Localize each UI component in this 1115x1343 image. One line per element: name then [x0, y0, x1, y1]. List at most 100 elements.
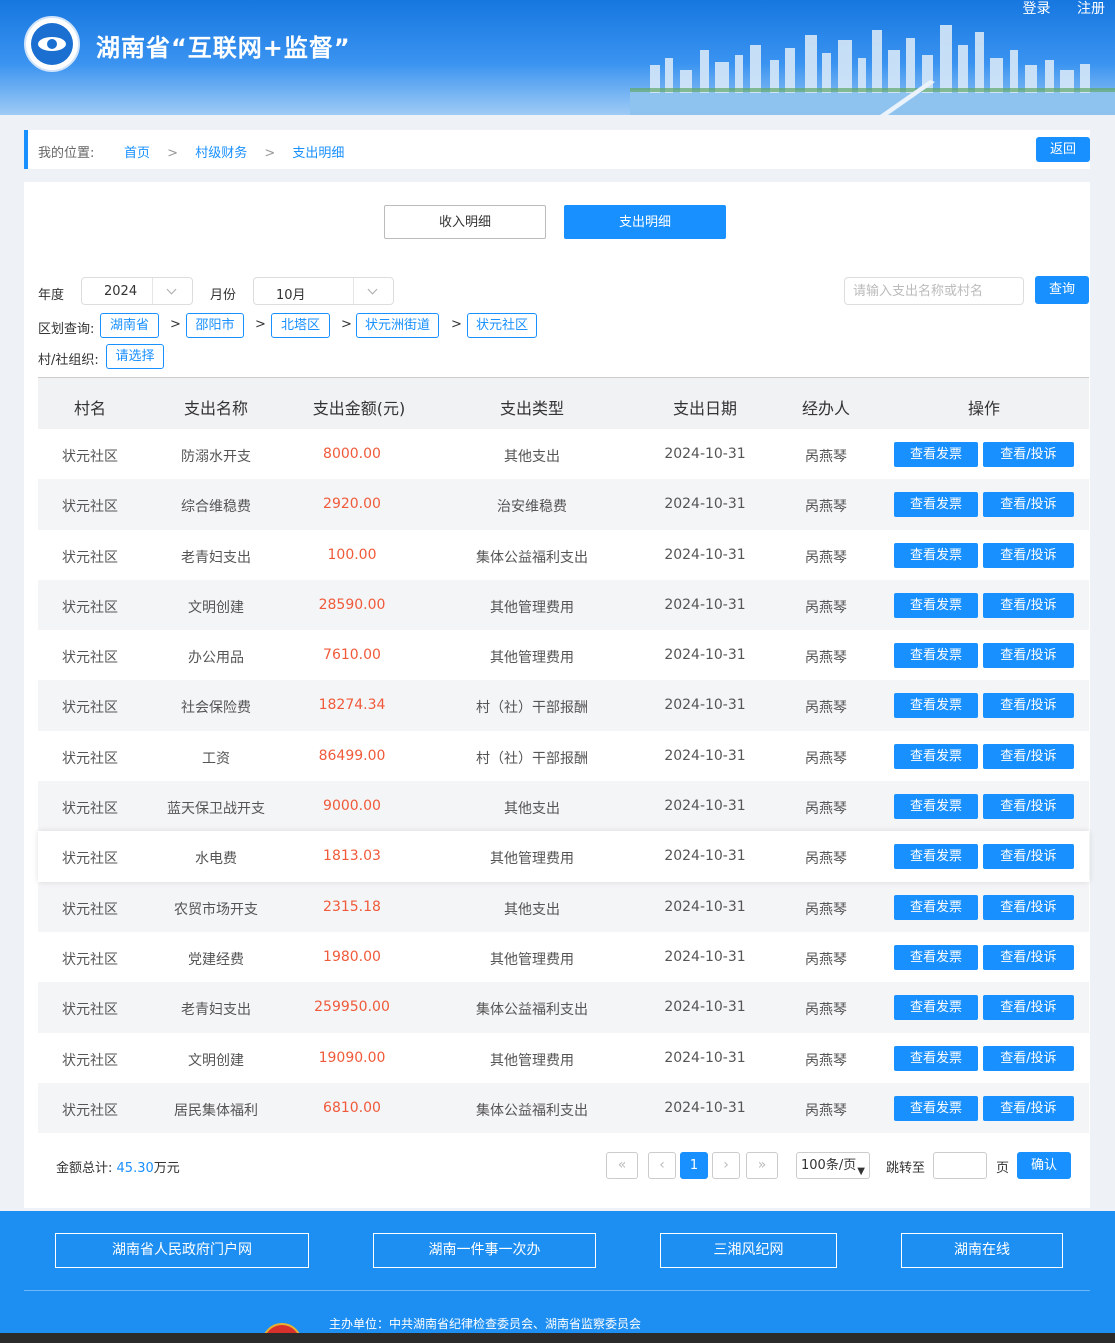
view-invoice-button[interactable]: 查看发票 [894, 693, 978, 719]
page-size-value: 100条/页 [801, 1158, 857, 1173]
register-link[interactable]: 注册 [1077, 1, 1105, 17]
header-actions: 操作 [967, 399, 1000, 418]
footer-link-one-thing[interactable]: 湖南一件事一次办 [373, 1233, 596, 1268]
region-tag-community[interactable]: 状元社区 [467, 313, 537, 338]
site-header: 湖南省“互联网+监督” 登录 注册 [0, 0, 1115, 115]
view-complain-button[interactable]: 查看/投诉 [983, 643, 1074, 669]
cell-village: 状元社区 [62, 599, 118, 616]
view-invoice-button[interactable]: 查看发票 [894, 944, 978, 970]
search-input[interactable] [844, 277, 1024, 305]
back-button[interactable]: 返回 [1036, 137, 1090, 162]
footer-link-gov-portal[interactable]: 湖南省人民政府门户网 [55, 1233, 309, 1268]
view-invoice-button[interactable]: 查看发票 [894, 643, 978, 669]
cell-amount: 2920.00 [323, 496, 381, 513]
breadcrumb-home[interactable]: 首页 [124, 146, 150, 161]
cell-amount: 2315.18 [323, 898, 381, 915]
cell-amount: 9000.00 [323, 798, 381, 815]
breadcrumb-expense-detail[interactable]: 支出明细 [292, 146, 344, 161]
cell-expense-name: 社会保险费 [181, 700, 251, 717]
cell-handler: 呙燕琴 [805, 700, 847, 717]
view-complain-button[interactable]: 查看/投诉 [983, 1045, 1074, 1071]
view-invoice-button[interactable]: 查看发票 [894, 995, 978, 1021]
view-complain-button[interactable]: 查看/投诉 [983, 794, 1074, 820]
breadcrumb: 我的位置: 首页 > 村级财务 > 支出明细 返回 [24, 130, 1090, 169]
login-link[interactable]: 登录 [1023, 1, 1051, 17]
view-complain-button[interactable]: 查看/投诉 [983, 542, 1074, 568]
cell-type: 集体公益福利支出 [476, 549, 588, 566]
view-invoice-button[interactable]: 查看发票 [894, 492, 978, 518]
view-invoice-button[interactable]: 查看发票 [894, 794, 978, 820]
footer-host: 主办单位：中共湖南省纪律检查委员会、湖南省监察委员会 [329, 1317, 642, 1331]
cell-expense-name: 防溺水开支 [181, 449, 251, 465]
cell-date: 2024-10-31 [664, 948, 746, 965]
view-invoice-button[interactable]: 查看发票 [894, 1095, 978, 1121]
footer-link-sanxiang[interactable]: 三湘风纪网 [660, 1233, 837, 1268]
view-complain-button[interactable]: 查看/投诉 [983, 1095, 1074, 1121]
next-page-button[interactable]: › [712, 1152, 740, 1179]
table-row: 状元社区 防溺水开支 8000.00 其他支出 2024-10-31 呙燕琴 查看发票 查看/… [38, 429, 1089, 480]
last-page-button[interactable]: » [746, 1152, 778, 1179]
view-complain-button[interactable]: 查看/投诉 [983, 995, 1074, 1021]
cell-amount: 86499.00 [318, 747, 386, 764]
table-row: 状元社区 居民集体福利 6810.00 集体公益福利支出 2024-10-31 呙燕琴 查看… [38, 1082, 1089, 1134]
cell-expense-name: 老青妇支出 [181, 1002, 251, 1019]
view-invoice-button[interactable]: 查看发票 [894, 542, 978, 568]
cell-handler: 呙燕琴 [805, 750, 847, 767]
page-button-current[interactable]: 1 [680, 1152, 708, 1179]
cell-village: 状元社区 [62, 1102, 118, 1119]
table-row: 状元社区 办公用品 7610.00 其他管理费用 2024-10-31 呙燕琴 查看发票 查看… [38, 630, 1089, 681]
cell-type: 其他管理费用 [490, 599, 574, 616]
view-complain-button[interactable]: 查看/投诉 [983, 743, 1074, 769]
confirm-jump-button[interactable]: 确认 [1017, 1152, 1071, 1179]
cell-date: 2024-10-31 [664, 747, 746, 764]
view-complain-button[interactable]: 查看/投诉 [983, 492, 1074, 518]
view-complain-button[interactable]: 查看/投诉 [983, 944, 1074, 970]
region-tag-street[interactable]: 状元洲街道 [356, 313, 439, 338]
cell-handler: 呙燕琴 [805, 901, 847, 918]
tab-income-detail[interactable]: 收入明细 [384, 205, 546, 239]
region-tag-city[interactable]: 邵阳市 [186, 313, 244, 338]
year-select-value: 2024 [104, 284, 138, 299]
view-complain-button[interactable]: 查看/投诉 [983, 844, 1074, 870]
page-size-select[interactable]: 100条/页 ▼ [796, 1152, 870, 1179]
cell-handler: 呙燕琴 [805, 599, 847, 616]
region-separator: > [255, 317, 266, 332]
first-page-button[interactable]: « [606, 1152, 638, 1179]
cell-amount: 7610.00 [323, 647, 381, 664]
view-complain-button[interactable]: 查看/投诉 [983, 894, 1074, 920]
view-complain-button[interactable]: 查看/投诉 [983, 592, 1074, 618]
view-invoice-button[interactable]: 查看发票 [894, 844, 978, 870]
cell-date: 2024-10-31 [664, 1099, 746, 1116]
month-select[interactable]: 10月 [253, 277, 394, 305]
view-complain-button[interactable]: 查看/投诉 [983, 442, 1074, 467]
org-choose-button[interactable]: 请选择 [106, 344, 164, 369]
view-invoice-button[interactable]: 查看发票 [894, 1045, 978, 1071]
cell-type: 其他管理费用 [490, 650, 574, 667]
cell-handler: 呙燕琴 [805, 449, 847, 465]
cell-type: 治安维稳费 [497, 499, 567, 516]
view-invoice-button[interactable]: 查看发票 [894, 592, 978, 618]
view-invoice-button[interactable]: 查看发票 [894, 743, 978, 769]
jump-page-input[interactable] [933, 1152, 987, 1179]
breadcrumb-village-finance[interactable]: 村级财务 [195, 146, 247, 161]
cell-type: 村（社）干部报酬 [476, 700, 588, 717]
year-select[interactable]: 2024 [81, 277, 193, 305]
region-tag-province[interactable]: 湖南省 [100, 313, 159, 338]
region-separator: > [170, 317, 181, 332]
prev-page-button[interactable]: ‹ [648, 1152, 676, 1179]
cell-type: 其他管理费用 [490, 851, 574, 868]
view-complain-button[interactable]: 查看/投诉 [983, 693, 1074, 719]
region-tag-district[interactable]: 北塔区 [271, 313, 330, 338]
cell-expense-name: 居民集体福利 [174, 1102, 258, 1119]
cell-type: 村（社）干部报酬 [476, 750, 588, 767]
site-logo [24, 16, 80, 72]
cell-date: 2024-10-31 [664, 446, 746, 462]
view-invoice-button[interactable]: 查看发票 [894, 442, 978, 467]
view-invoice-button[interactable]: 查看发票 [894, 894, 978, 920]
footer-divider [24, 1290, 1090, 1291]
query-button[interactable]: 查询 [1035, 276, 1089, 304]
table-header: 村名 支出名称 支出金额(元) 支出类型 支出日期 经办人 操作 [38, 378, 1089, 429]
footer-link-hunan-online[interactable]: 湖南在线 [901, 1233, 1063, 1268]
cell-handler: 呙燕琴 [805, 1002, 847, 1019]
tab-expense-detail[interactable]: 支出明细 [564, 205, 726, 239]
